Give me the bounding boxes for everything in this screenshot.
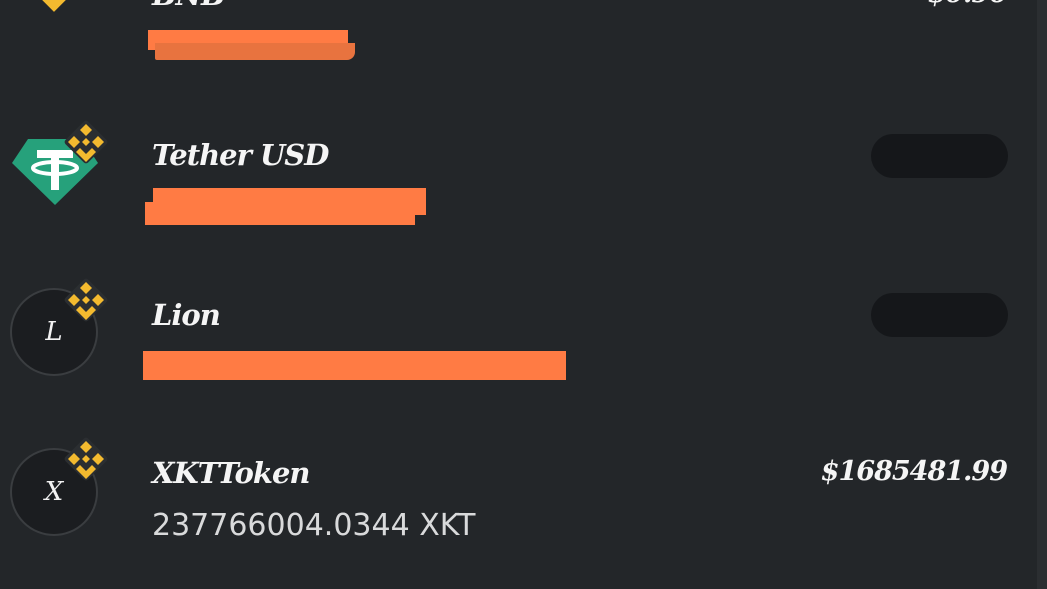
asset-row-xkttoken[interactable]: X XKTToken $1685481.99 237766004.0344 XK… [0,410,1047,560]
redaction-mark [143,351,566,380]
asset-balance: 237766004.0344 XKT [152,508,476,543]
bnb-chain-badge-icon [64,278,108,322]
asset-row-lion[interactable]: L Lion [0,250,1047,400]
asset-name: BNB [152,0,226,12]
hidden-value-pill [871,134,1008,178]
asset-row-bnb[interactable]: BNB $0.90 [0,0,1047,70]
asset-row-tether-usd[interactable]: Tether USD [0,90,1047,240]
asset-value: $0.90 [927,0,1008,9]
redaction-mark [145,202,415,225]
asset-name: Tether USD [152,138,329,172]
asset-name: Lion [152,298,221,332]
asset-name: XKTToken [152,456,310,490]
bnb-chain-badge-icon [64,120,108,164]
asset-value: $1685481.99 [820,456,1008,487]
hidden-value-pill [871,293,1008,337]
bnb-icon [42,0,66,12]
bnb-chain-badge-icon [64,437,108,481]
redaction-mark [155,43,355,60]
